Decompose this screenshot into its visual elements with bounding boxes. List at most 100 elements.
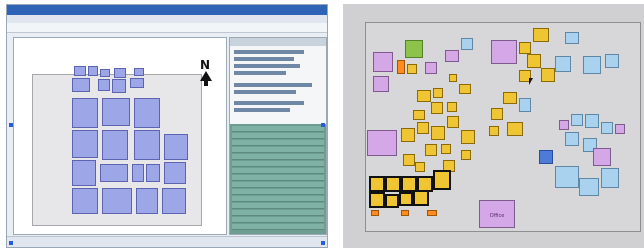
space-block[interactable] (461, 130, 475, 144)
property-row[interactable] (234, 101, 304, 105)
list-item[interactable] (232, 140, 324, 146)
space-block[interactable] (449, 74, 457, 82)
property-row[interactable] (234, 108, 290, 112)
space-block[interactable] (405, 40, 423, 58)
space-block[interactable] (413, 110, 425, 120)
space-block[interactable] (555, 166, 579, 188)
space-block[interactable] (503, 92, 517, 104)
selected-block[interactable] (385, 194, 399, 208)
room[interactable] (72, 130, 98, 158)
property-row[interactable] (234, 71, 286, 75)
space-block[interactable] (441, 144, 451, 154)
space-block[interactable] (371, 210, 379, 216)
list-item[interactable] (232, 154, 324, 160)
space-block[interactable] (401, 210, 409, 216)
space-block[interactable] (533, 28, 549, 42)
space-block[interactable] (397, 60, 405, 74)
space-block[interactable] (461, 38, 473, 50)
resize-handle[interactable] (9, 241, 13, 245)
space-block[interactable] (431, 126, 445, 140)
list-item[interactable] (232, 133, 324, 139)
space-block[interactable] (601, 122, 613, 134)
space-block[interactable] (461, 150, 471, 160)
space-block[interactable] (447, 102, 457, 112)
selected-block[interactable] (369, 176, 385, 192)
room[interactable] (72, 78, 90, 92)
space-block[interactable] (615, 124, 625, 134)
space-block[interactable] (373, 76, 389, 92)
room[interactable] (72, 160, 96, 186)
resize-handle[interactable] (321, 123, 325, 127)
list-item[interactable] (232, 203, 324, 209)
room[interactable] (130, 78, 144, 88)
room[interactable] (164, 134, 188, 160)
space-block[interactable] (601, 168, 619, 188)
room[interactable] (102, 98, 130, 126)
space-block[interactable]: Office (479, 200, 515, 228)
space-block[interactable] (489, 126, 499, 136)
space-block[interactable] (447, 116, 459, 128)
room[interactable] (136, 188, 158, 214)
list-item[interactable] (232, 210, 324, 216)
space-block[interactable] (491, 108, 503, 120)
space-block[interactable] (401, 128, 415, 142)
space-block[interactable] (373, 52, 393, 72)
resize-handle[interactable] (321, 241, 325, 245)
space-block[interactable] (605, 54, 619, 68)
space-block[interactable] (579, 178, 599, 196)
room[interactable] (102, 188, 132, 214)
list-item[interactable] (232, 161, 324, 167)
space-block[interactable] (425, 62, 437, 74)
list-item[interactable] (232, 168, 324, 174)
toolbar[interactable] (7, 23, 327, 33)
list-item[interactable] (232, 147, 324, 153)
space-block[interactable] (571, 114, 583, 126)
property-row[interactable] (234, 90, 296, 94)
space-block[interactable] (459, 84, 471, 94)
room[interactable] (100, 164, 128, 182)
room[interactable] (164, 162, 186, 184)
space-block[interactable] (541, 68, 555, 82)
list-item[interactable] (232, 217, 324, 223)
space-block[interactable] (427, 210, 437, 216)
room[interactable] (98, 79, 110, 91)
space-block[interactable] (559, 120, 569, 130)
list-item[interactable] (232, 189, 324, 195)
room[interactable] (72, 98, 98, 128)
property-row[interactable] (234, 64, 300, 68)
room[interactable] (74, 66, 86, 76)
room[interactable] (72, 188, 98, 214)
room[interactable] (134, 130, 160, 160)
space-block[interactable] (417, 122, 429, 134)
room[interactable] (102, 130, 128, 160)
space-block[interactable] (367, 130, 397, 156)
space-block[interactable] (507, 122, 523, 136)
space-block[interactable] (407, 64, 417, 74)
space-block[interactable] (565, 132, 579, 146)
selected-block[interactable] (433, 170, 451, 190)
space-block[interactable] (539, 150, 553, 164)
selected-block[interactable] (369, 192, 385, 208)
space-block[interactable] (585, 114, 599, 128)
room[interactable] (100, 69, 110, 77)
room[interactable] (134, 98, 160, 128)
room[interactable] (162, 188, 186, 214)
room[interactable] (132, 164, 144, 182)
space-block[interactable] (593, 148, 611, 166)
space-block[interactable] (445, 50, 459, 62)
list-item[interactable] (232, 126, 324, 132)
room[interactable] (88, 66, 98, 76)
list-item[interactable] (232, 175, 324, 181)
property-row[interactable] (234, 83, 312, 87)
list-item[interactable] (232, 196, 324, 202)
space-block[interactable] (491, 40, 517, 64)
selected-block[interactable] (399, 192, 413, 206)
room[interactable] (114, 68, 126, 78)
floorplan-canvas[interactable]: N (13, 37, 227, 235)
room[interactable] (112, 79, 126, 93)
space-block[interactable] (425, 144, 437, 156)
space-block[interactable] (555, 56, 571, 72)
space-block[interactable] (415, 162, 425, 172)
space-block[interactable] (403, 154, 415, 166)
space-block[interactable] (417, 90, 431, 102)
